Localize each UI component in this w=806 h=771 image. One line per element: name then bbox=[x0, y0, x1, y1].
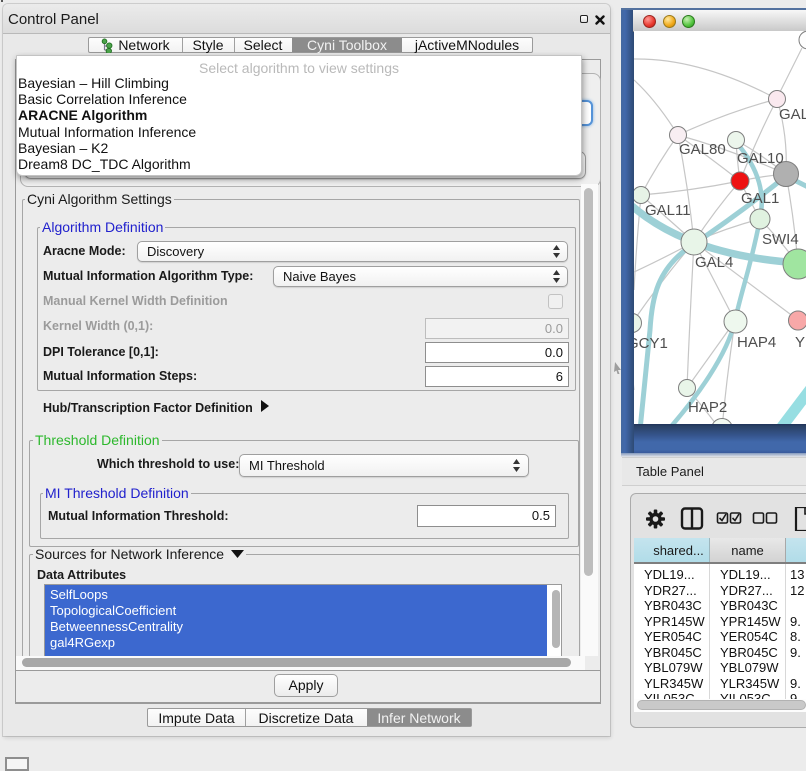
svg-text:GAL7: GAL7 bbox=[779, 106, 806, 123]
svg-text:HAP4: HAP4 bbox=[737, 334, 776, 351]
svg-text:GCY1: GCY1 bbox=[634, 335, 668, 352]
svg-text:GAL80: GAL80 bbox=[679, 141, 726, 158]
svg-text:GAL1: GAL1 bbox=[741, 190, 779, 207]
svg-text:HAP2: HAP2 bbox=[688, 399, 727, 416]
svg-text:SWI4: SWI4 bbox=[762, 231, 799, 248]
svg-text:GAL4: GAL4 bbox=[695, 254, 733, 271]
svg-text:YD: YD bbox=[795, 334, 806, 351]
svg-text:GAL10: GAL10 bbox=[737, 150, 784, 167]
svg-text:GAL11: GAL11 bbox=[645, 202, 691, 219]
